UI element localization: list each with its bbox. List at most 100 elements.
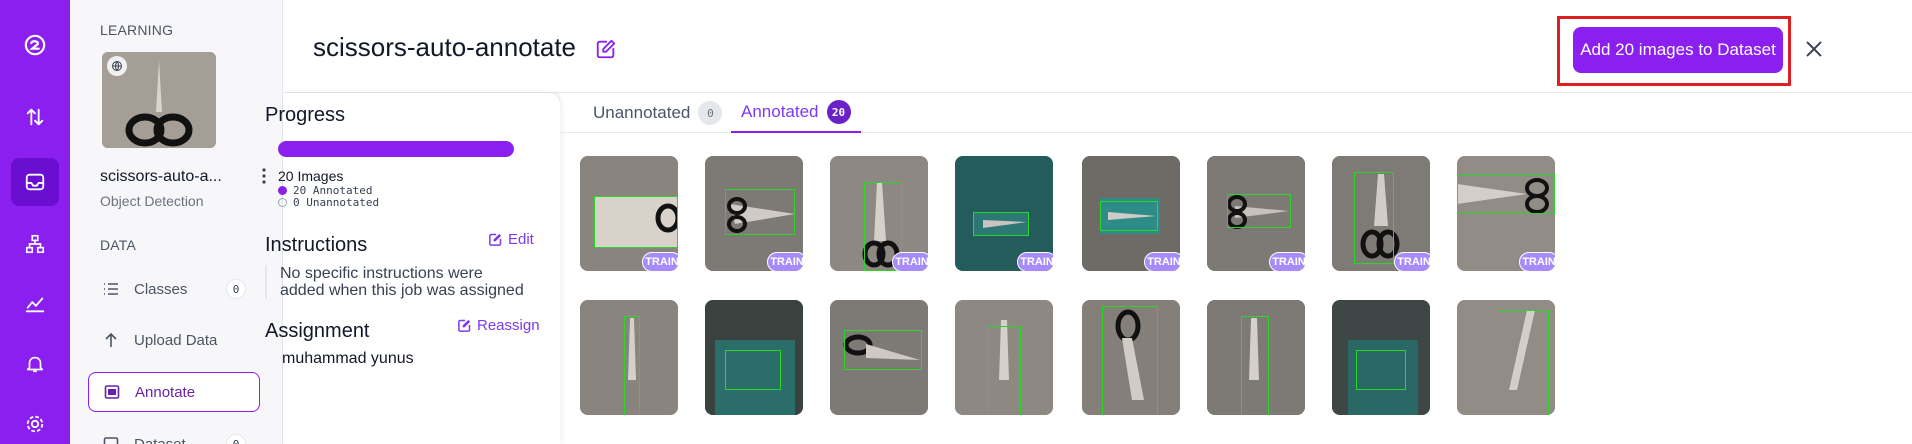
image-tile[interactable] — [580, 300, 678, 415]
project-type: Object Detection — [100, 193, 204, 209]
add-images-to-dataset-button[interactable]: Add 20 images to Dataset — [1573, 27, 1783, 73]
edit-title-icon[interactable] — [595, 38, 617, 60]
split-badge: TRAIN — [1144, 252, 1180, 271]
inbox-icon[interactable] — [11, 158, 59, 206]
image-tile[interactable] — [1457, 300, 1555, 415]
edit-instructions-button[interactable]: Edit — [488, 231, 534, 248]
icon-rail — [0, 0, 70, 444]
image-tile[interactable] — [1082, 300, 1180, 415]
network-icon[interactable] — [11, 220, 59, 268]
bell-icon[interactable] — [11, 340, 59, 388]
annotate-icon — [103, 383, 121, 401]
tab-label: Annotated — [741, 102, 819, 121]
assignee-name: muhammad yunus — [282, 350, 414, 367]
page-header: scissors-auto-annotate Add 20 images to … — [283, 0, 1912, 93]
image-tile[interactable] — [1332, 300, 1430, 415]
progress-bar — [278, 141, 514, 157]
reassign-label: Reassign — [477, 317, 540, 334]
logo-icon[interactable] — [11, 21, 59, 69]
tab-unannotated[interactable]: Unannotated 0 — [583, 93, 732, 133]
split-badge: TRAIN — [1519, 252, 1555, 271]
sidebar-item-label: Annotate — [135, 383, 196, 401]
tab-annotated[interactable]: Annotated 20 — [731, 93, 861, 133]
sidebar-item-label: Dataset — [134, 435, 186, 444]
kebab-menu-icon[interactable] — [256, 166, 272, 186]
bounding-box — [594, 196, 678, 248]
tab-count-badge: 20 — [826, 100, 851, 124]
sidebar-item-label: Upload Data — [134, 331, 218, 349]
image-icon — [102, 435, 120, 444]
sidebar-item-label: Classes — [134, 280, 188, 298]
instructions-text: No specific instructions were added when… — [265, 265, 525, 299]
annotated-dot — [278, 186, 287, 195]
edit-label: Edit — [508, 231, 534, 248]
app-root: LEARNING scissors-auto-a... Object Detec… — [0, 0, 1912, 444]
bounding-box — [987, 326, 1021, 415]
unannotated-dot — [278, 198, 287, 207]
tab-label: Unannotated — [593, 103, 691, 122]
section-data: DATA — [100, 237, 137, 253]
image-tile[interactable]: TRAIN — [1207, 156, 1305, 271]
reassign-button[interactable]: Reassign — [457, 317, 540, 334]
bounding-box — [624, 316, 640, 415]
image-tile[interactable]: TRAIN — [830, 156, 928, 271]
annotation-tabs: Unannotated 0 Annotated 20 — [560, 93, 1912, 133]
bounding-box — [1356, 350, 1406, 390]
sidebar-item-classes[interactable]: Classes 0 — [88, 269, 260, 309]
edit-icon — [458, 319, 471, 332]
image-tile[interactable] — [955, 300, 1053, 415]
bounding-box — [725, 350, 781, 390]
bounding-box — [1354, 172, 1394, 264]
split-badge: TRAIN — [892, 252, 928, 271]
bounding-box — [725, 189, 795, 235]
bounding-box — [1457, 174, 1555, 214]
image-tile[interactable]: TRAIN — [1082, 156, 1180, 271]
split-badge: TRAIN — [1394, 252, 1430, 271]
bounding-box — [1100, 201, 1158, 231]
progress-heading: Progress — [265, 104, 346, 126]
sidebar-item-dataset[interactable]: Dataset 0 — [88, 424, 260, 444]
image-tile[interactable]: TRAIN — [1332, 156, 1430, 271]
split-badge: TRAIN — [642, 252, 678, 271]
bounding-box — [1241, 316, 1269, 415]
split-badge: TRAIN — [1269, 252, 1305, 271]
project-sidebar: LEARNING scissors-auto-a... Object Detec… — [70, 0, 283, 444]
sidebar-item-upload-data[interactable]: Upload Data — [88, 320, 260, 360]
project-thumbnail[interactable] — [102, 52, 216, 148]
image-tile[interactable] — [1207, 300, 1305, 415]
bounding-box — [844, 330, 922, 370]
legend-unannotated: 0 Unannotated — [278, 196, 379, 209]
image-tile[interactable]: TRAIN — [705, 156, 803, 271]
image-tile[interactable]: TRAIN — [580, 156, 678, 271]
image-tile[interactable]: TRAIN — [1457, 156, 1555, 271]
assignment-heading: Assignment — [265, 320, 370, 342]
dataset-count-badge: 0 — [226, 434, 246, 444]
split-badge: TRAIN — [767, 252, 803, 271]
tab-count-badge: 0 — [698, 101, 723, 125]
gear-icon[interactable] — [11, 400, 59, 444]
image-tile[interactable] — [830, 300, 928, 415]
bounding-box — [1497, 310, 1549, 415]
transfer-icon[interactable] — [11, 93, 59, 141]
bounding-box — [973, 212, 1029, 236]
unannotated-label: 0 Unannotated — [293, 196, 380, 209]
close-icon[interactable] — [1803, 38, 1825, 60]
bounding-box — [1227, 194, 1291, 228]
globe-icon — [107, 56, 127, 76]
project-name: scissors-auto-a... — [100, 168, 222, 185]
list-icon — [102, 280, 120, 298]
section-learning: LEARNING — [100, 22, 174, 38]
page-title: scissors-auto-annotate — [313, 32, 577, 62]
image-tile[interactable]: TRAIN — [955, 156, 1053, 271]
chart-icon[interactable] — [11, 280, 59, 328]
arrow-up-icon — [102, 331, 120, 349]
progress-bar-fill — [278, 141, 514, 157]
bounding-box — [1102, 306, 1158, 415]
instructions-heading: Instructions — [265, 234, 368, 256]
images-count: 20 Images — [278, 168, 344, 184]
split-badge: TRAIN — [1017, 252, 1053, 271]
sidebar-item-annotate[interactable]: Annotate — [88, 372, 260, 412]
classes-count-badge: 0 — [226, 279, 246, 299]
image-tile[interactable] — [705, 300, 803, 415]
edit-icon — [489, 233, 502, 246]
